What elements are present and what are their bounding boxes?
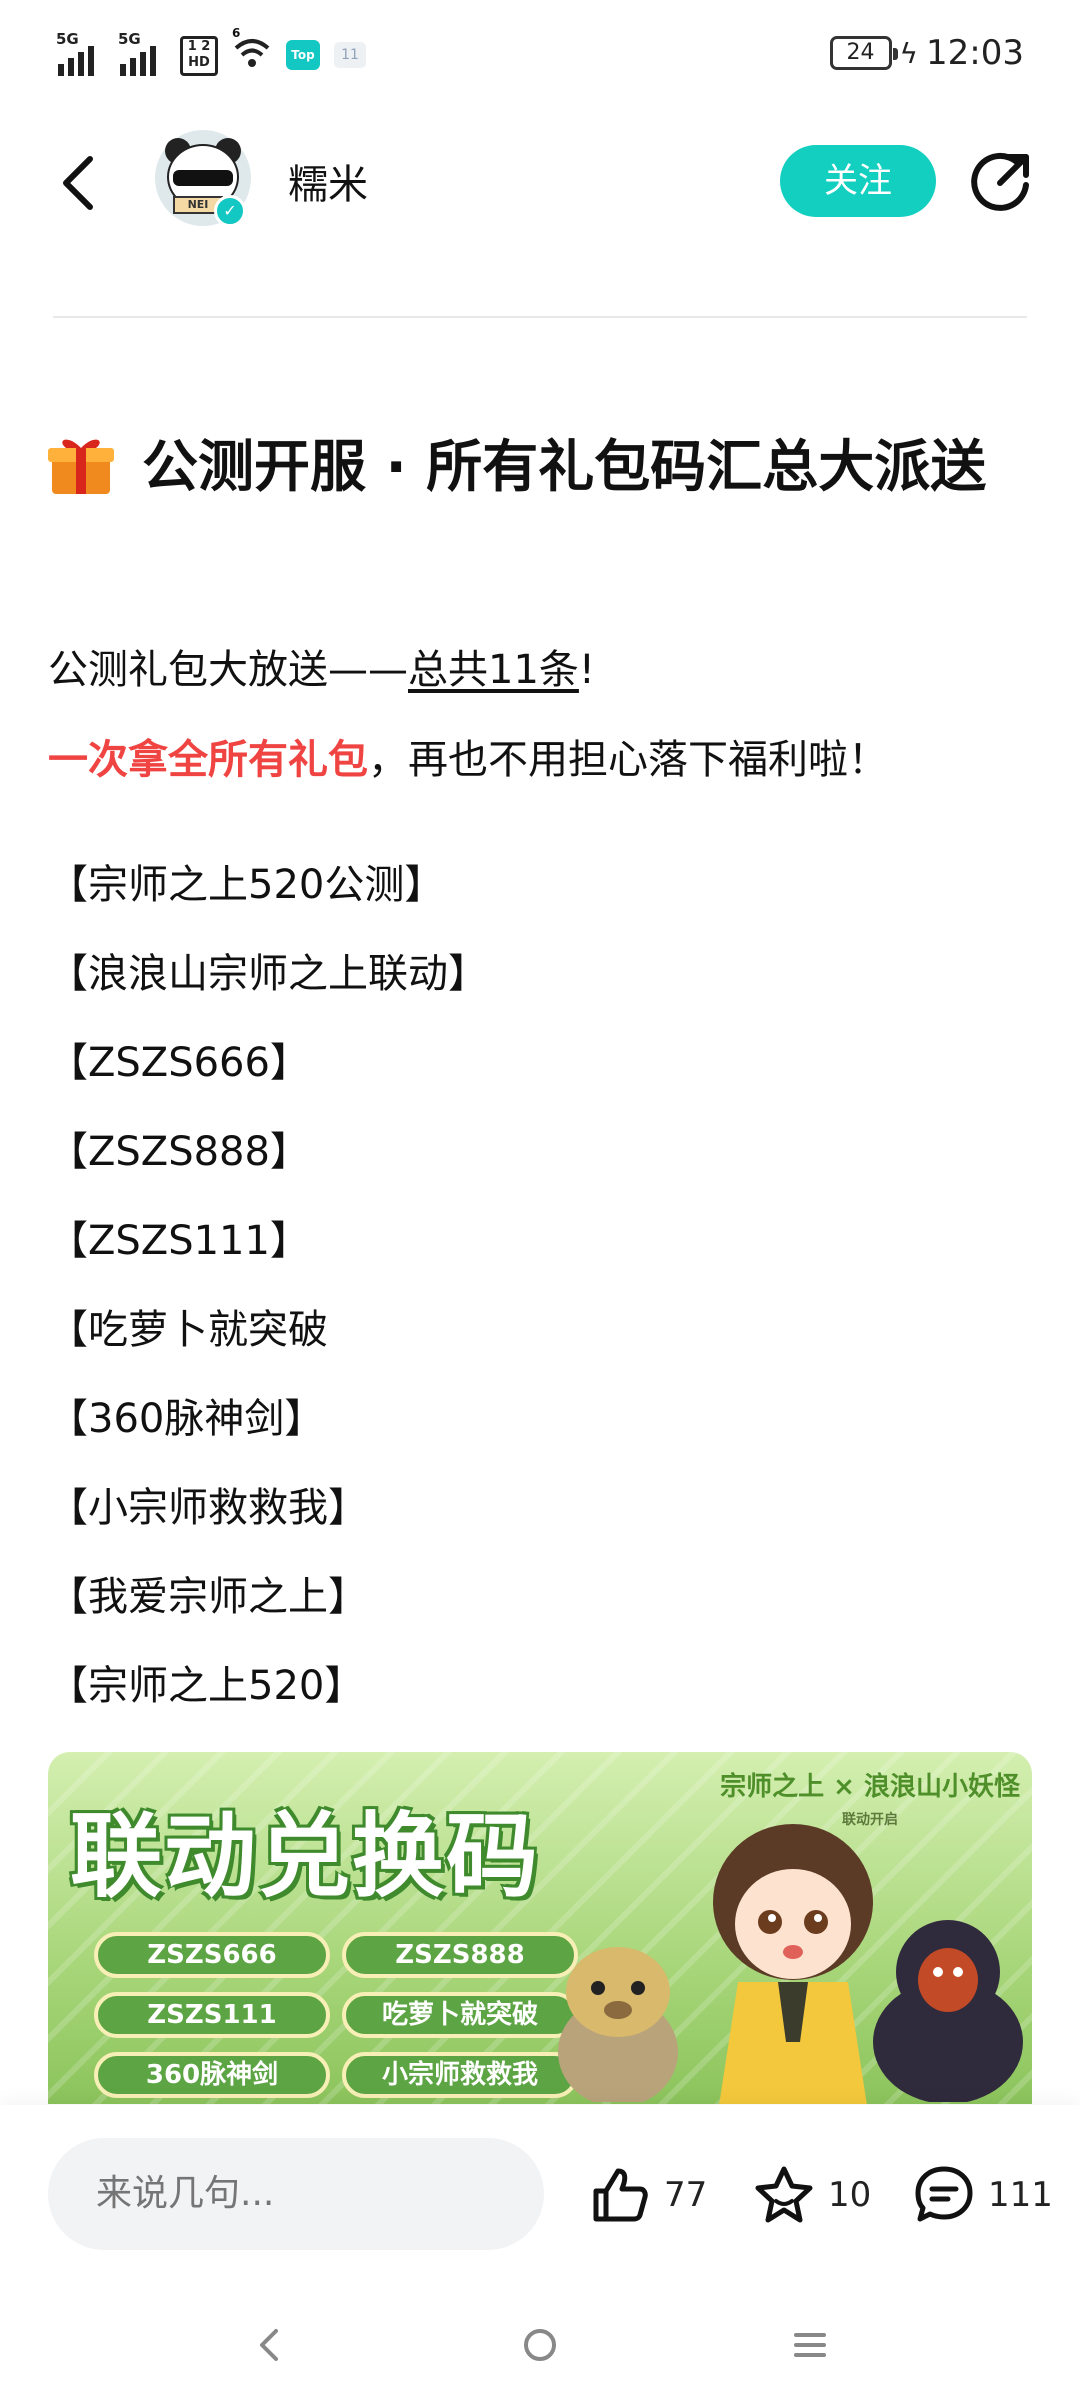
girl-character-illustration [713,1824,873,2104]
comment-count: 111 [988,2175,1053,2215]
lead-line-1: 公测礼包大放送——总共11条! [48,647,595,693]
gift-code-item: 【小宗师救救我】 [48,1485,368,1531]
share-button[interactable] [970,149,1034,213]
gift-code-item: 【宗师之上520公测】 [48,862,445,908]
gift-icon [48,430,114,494]
comment-input[interactable] [48,2138,544,2250]
wifi-icon: 6 [232,26,272,76]
charging-icon: ϟ [899,36,919,70]
author-name[interactable]: 糯米 [288,152,368,210]
banner-code-pill: ZSZS888 [342,1932,578,1978]
post-title: 公测开服 · 所有礼包码汇总大派送 [48,420,1038,516]
thumbs-up-icon [593,2168,648,2222]
banner-code-grid: ZSZS666 ZSZS888 ZSZS111 吃萝卜就突破 360脉神剑 小宗… [94,1932,594,2098]
header-divider [53,316,1027,318]
battery-icon: 24 [829,36,898,70]
status-bar: 5G 5G 1 2 HD 6 Top 11 24 ϟ 12:03 [0,0,1080,110]
lead-line-2: 一次拿全所有礼包，再也不用担心落下福利啦！ [48,737,888,783]
nav-back-icon[interactable] [240,2315,300,2375]
comment-bubble-icon [915,2166,973,2222]
like-button[interactable]: 77 [588,2160,707,2230]
bottom-action-bar: 77 10 111 [0,2105,1080,2285]
total-count-link: 总共11条 [408,647,579,693]
banner-title: 联动兑换码 [70,1803,541,1910]
app-notification-icon: Top [286,40,320,70]
post-header: NEI ✓ 糯米 关注 [0,125,1080,240]
promo-banner-image[interactable]: 联动兑换码 宗师之上 × 浪浪山小妖怪 联动开启 ZSZS666 ZSZS888… [48,1752,1032,2104]
nav-recents-icon[interactable] [780,2315,840,2375]
gift-code-item: 【ZSZS111】 [48,1218,310,1264]
chevron-left-icon [63,156,93,210]
gift-code-item: 【ZSZS666】 [48,1040,310,1086]
like-count: 77 [664,2175,708,2215]
gift-code-item: 【吃萝卜就突破 [48,1307,328,1353]
banner-code-pill: ZSZS111 [94,1992,330,2038]
notification-count-badge: 11 [334,42,366,68]
favorite-count: 10 [828,2175,872,2215]
share-icon [971,152,1029,211]
follow-button[interactable]: 关注 [780,145,936,217]
cellular-signal-icon: 5G [56,30,104,76]
banner-code-pill: 小宗师救救我 [342,2052,578,2098]
nav-home-icon[interactable] [510,2315,570,2375]
gift-code-item: 【宗师之上520】 [48,1663,365,1709]
highlight-text: 一次拿全所有礼包 [48,737,368,783]
bear-character-illustration [558,1947,678,2102]
cellular-signal-2-icon: 5G [118,30,166,76]
status-left: 5G 5G 1 2 HD 6 Top 11 [56,26,366,76]
system-navigation-bar [0,2285,1080,2400]
banner-code-pill: 360脉神剑 [94,2052,330,2098]
gift-code-item: 【360脉神剑】 [48,1396,325,1442]
verified-badge-icon: ✓ [214,195,246,227]
clock: 12:03 [926,33,1024,73]
hd-voice-icon: 1 2 HD [180,36,218,76]
comments-button[interactable]: 111 [912,2160,1053,2230]
star-icon [755,2166,813,2223]
gift-code-item: 【我爱宗师之上】 [48,1574,368,1620]
gorilla-character-illustration [873,1920,1023,2102]
status-right: 24 ϟ 12:03 [829,30,1024,76]
favorite-button[interactable]: 10 [752,2160,871,2230]
banner-code-pill: 吃萝卜就突破 [342,1992,578,2038]
gift-code-list: 【宗师之上520公测】 【浪浪山宗师之上联动】 【ZSZS666】 【ZSZS8… [48,855,1028,1745]
banner-code-pill: ZSZS666 [94,1932,330,1978]
gift-code-item: 【ZSZS888】 [48,1129,310,1175]
back-button[interactable] [56,153,100,213]
gift-code-item: 【浪浪山宗师之上联动】 [48,951,488,997]
